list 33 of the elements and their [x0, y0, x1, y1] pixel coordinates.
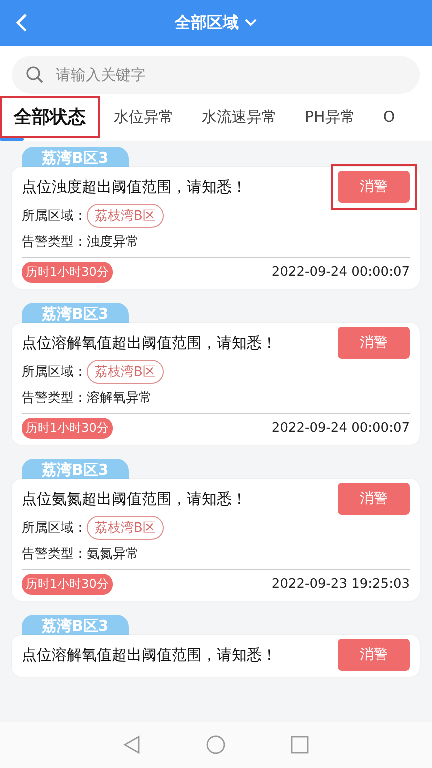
tab[interactable]: 水位异常	[100, 100, 188, 134]
alert-title: 点位溶解氧值超出阈值范围，请知悉！	[22, 646, 277, 664]
chevron-down-icon[interactable]	[245, 19, 257, 27]
duration-badge: 历时1小时30分	[22, 574, 113, 595]
region-tag: 荔枝湾B区	[87, 360, 164, 384]
tab-indicator	[0, 138, 24, 141]
search-input[interactable]: 请输入关键字	[54, 65, 406, 85]
alert-time: 2022-09-24 00:00:07	[272, 421, 410, 436]
alert-title: 点位氨氮超出阈值范围，请知悉！	[22, 490, 247, 508]
alert-time: 2022-09-23 19:25:03	[272, 577, 410, 592]
tab[interactable]: 水流速异常	[188, 100, 291, 134]
back-icon[interactable]	[122, 735, 142, 755]
region-label: 所属区域：	[22, 208, 87, 225]
home-icon[interactable]	[206, 735, 226, 755]
region-label: 所属区域：	[22, 364, 87, 381]
alert-type: 告警类型：氨氮异常	[22, 546, 140, 563]
tab[interactable]: 全部状态	[0, 96, 100, 138]
alert-type: 告警类型：溶解氧异常	[22, 390, 153, 407]
region-tag: 荔枝湾B区	[87, 516, 164, 540]
alert-title: 点位浊度超出阈值范围，请知悉！	[22, 178, 247, 196]
search-icon	[26, 66, 44, 84]
alert-type: 告警类型：浊度异常	[22, 234, 140, 251]
region-label: 所属区域：	[22, 520, 87, 537]
duration-badge: 历时1小时30分	[22, 418, 113, 439]
tab[interactable]: PH异常	[291, 100, 370, 134]
recents-icon[interactable]	[290, 735, 310, 755]
tab[interactable]: O	[369, 100, 410, 134]
alert-title: 点位溶解氧值超出阈值范围，请知悉！	[22, 334, 277, 352]
search-field[interactable]: 请输入关键字	[12, 56, 420, 94]
region-tag: 荔枝湾B区	[87, 204, 164, 228]
alert-time: 2022-09-24 00:00:07	[272, 265, 410, 280]
back-icon[interactable]	[16, 13, 28, 33]
duration-badge: 历时1小时30分	[22, 262, 113, 283]
